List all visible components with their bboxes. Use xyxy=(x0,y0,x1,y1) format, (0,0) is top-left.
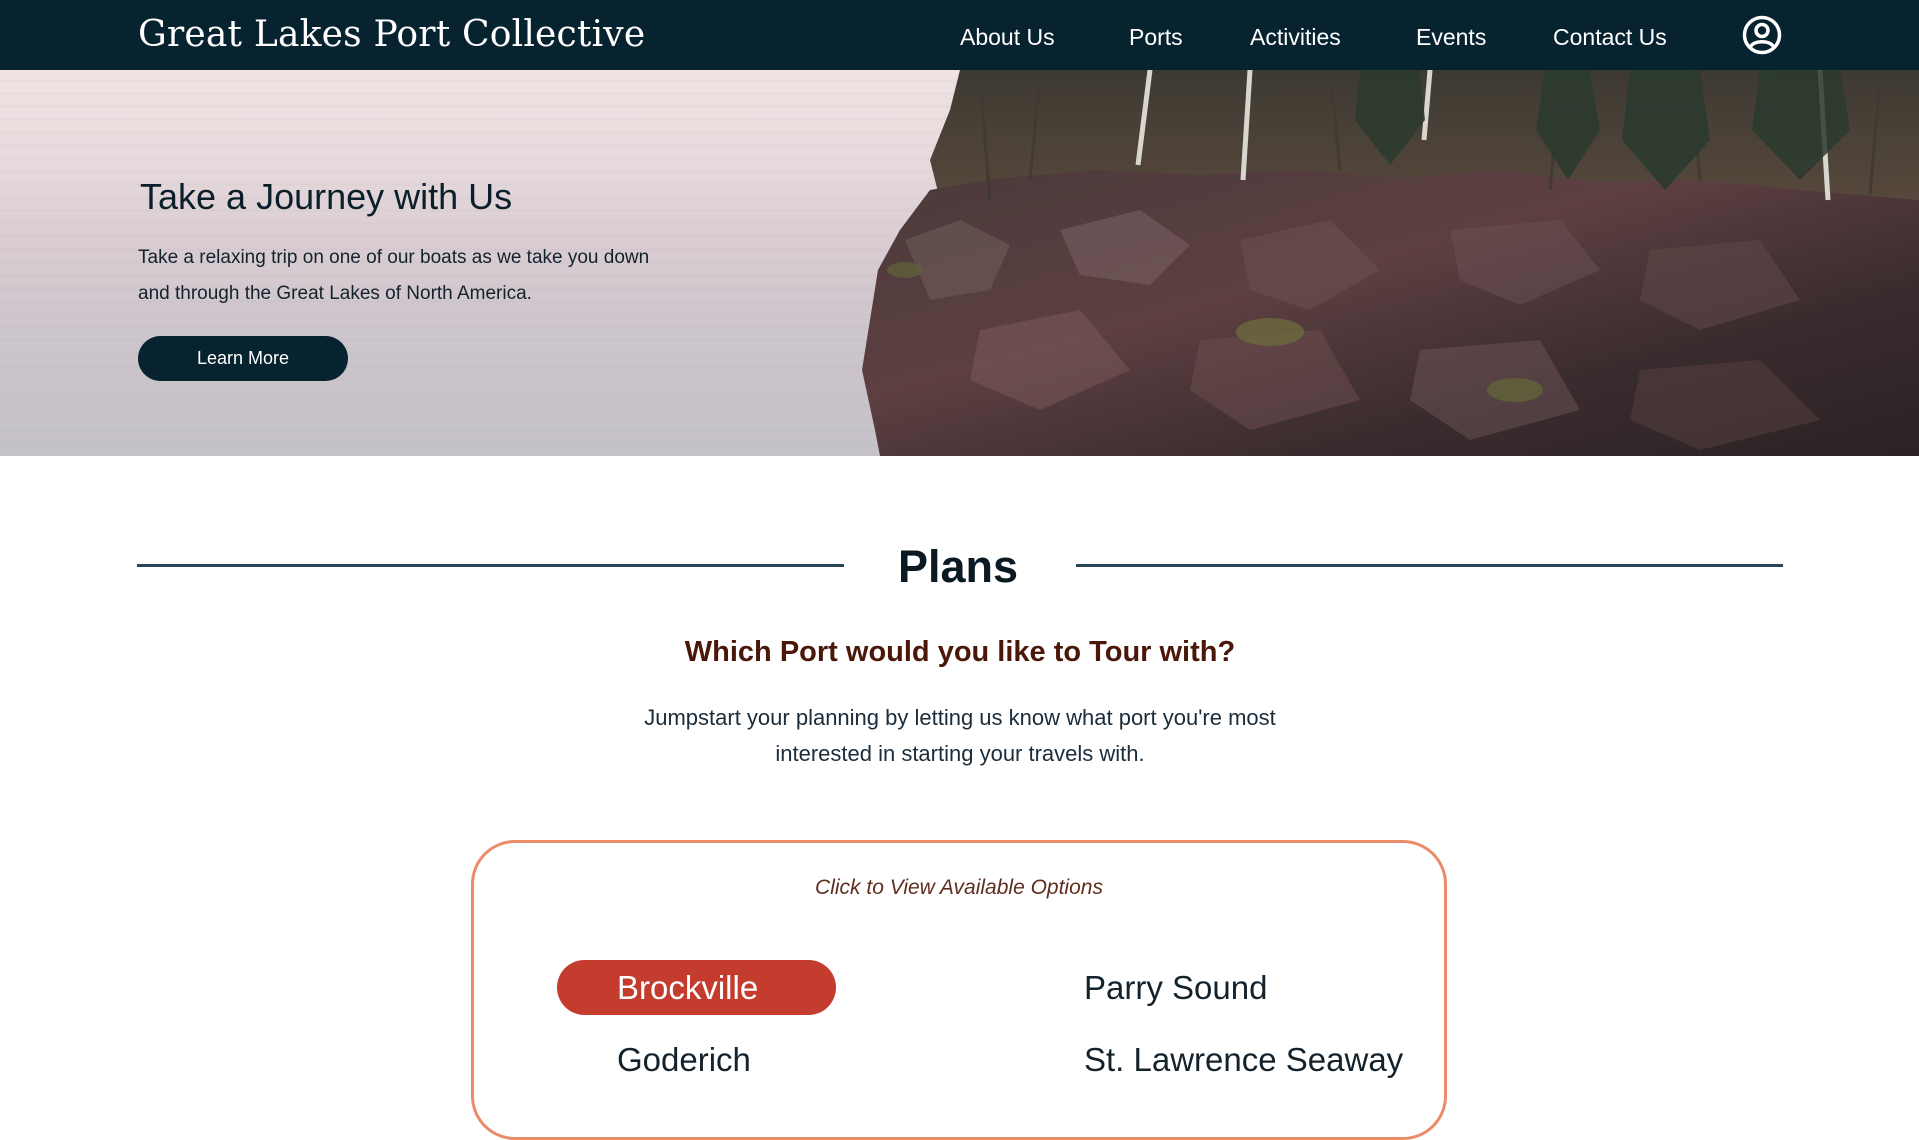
options-hint: Click to View Available Options xyxy=(815,876,1103,899)
nav-contact-us[interactable]: Contact Us xyxy=(1553,22,1667,52)
plans-subtitle: Which Port would you like to Tour with? xyxy=(684,636,1236,668)
nav-ports[interactable]: Ports xyxy=(1129,22,1183,52)
nav-events[interactable]: Events xyxy=(1416,22,1486,52)
plans-description: Jumpstart your planning by letting us kn… xyxy=(644,705,1276,766)
learn-more-button[interactable]: Learn More xyxy=(138,336,348,381)
port-option-parry-sound[interactable]: Parry Sound xyxy=(1084,960,1267,1015)
port-option-st-lawrence-seaway[interactable]: St. Lawrence Seaway xyxy=(1084,1032,1403,1087)
nav-about-us[interactable]: About Us xyxy=(960,22,1055,52)
site-header: Great Lakes Port Collective About Us Por… xyxy=(0,0,1919,70)
plans-divider-left xyxy=(137,564,844,567)
plans-divider-right xyxy=(1076,564,1783,567)
nav-activities[interactable]: Activities xyxy=(1250,22,1341,52)
site-brand[interactable]: Great Lakes Port Collective xyxy=(138,10,645,60)
plans-title: Plans xyxy=(897,541,1019,592)
port-options-card: Click to View Available Options Brockvil… xyxy=(471,840,1447,1140)
port-option-brockville[interactable]: Brockville xyxy=(557,960,836,1015)
user-circle-icon[interactable] xyxy=(1742,15,1782,55)
hero-title: Take a Journey with Us xyxy=(140,176,513,217)
hero-description: Take a relaxing trip on one of our boats… xyxy=(138,247,650,304)
port-option-goderich[interactable]: Goderich xyxy=(617,1032,751,1087)
hero-banner: Take a Journey with Us Take a relaxing t… xyxy=(0,70,1919,456)
